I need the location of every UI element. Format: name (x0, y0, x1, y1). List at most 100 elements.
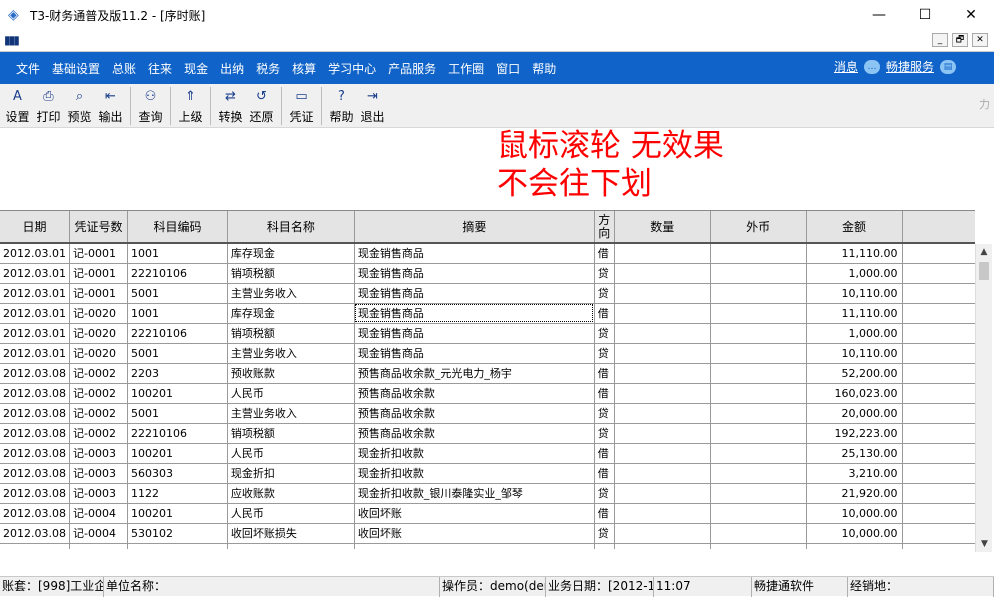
cell-date[interactable]: 2012.03.01 (0, 243, 70, 264)
menu-item[interactable]: 工作圈 (442, 60, 490, 77)
cell-direction[interactable]: 贷 (594, 483, 615, 504)
scroll-up-arrow-icon[interactable]: ▲ (976, 244, 992, 260)
col-header-quantity[interactable]: 数量 (614, 211, 711, 244)
cell-amount[interactable]: 1,000.00 (806, 263, 903, 284)
cell-amount[interactable]: 21,920.00 (806, 483, 903, 504)
cell-account-code[interactable]: 5001 (127, 343, 228, 364)
table-row[interactable]: 2012.03.01 记-0001 1001 库存现金 现金销售商品借 11,110.00 (0, 243, 975, 264)
toolbar-button[interactable]: ▭ 凭证 (286, 84, 317, 126)
cell-amount[interactable]: 160,023.00 (806, 383, 903, 404)
service-link[interactable]: 畅捷服务 (886, 58, 934, 75)
toolbar-button[interactable]: ? 帮助 (326, 84, 357, 126)
toolbar-button[interactable]: ⇑ 上级 (175, 84, 206, 126)
menu-item[interactable]: 总账 (106, 60, 142, 77)
cell-foreign-currency[interactable] (710, 363, 807, 384)
col-header-date[interactable]: 日期 (0, 211, 70, 244)
cell-summary[interactable]: 预售商品收余款 (354, 403, 595, 424)
cell-account-name[interactable]: 预收账款 (227, 363, 355, 384)
cell-direction[interactable]: 贷 (594, 423, 615, 444)
toolbar-button[interactable]: ⇥ 退出 (357, 84, 388, 126)
cell-quantity[interactable] (614, 523, 711, 544)
table-row[interactable]: 2012.03.08 记-0002 2203 预收账款 预售商品收余款_元光电力_杨宇借… (0, 363, 975, 384)
toolbar-button[interactable]: A 设置 (2, 84, 33, 126)
toolbar-button[interactable]: ⇤ 输出 (95, 84, 126, 126)
col-header-account-name[interactable]: 科目名称 (227, 211, 355, 244)
cell-account-code[interactable]: 560303 (127, 463, 228, 484)
mdi-close-button[interactable]: ✕ (972, 33, 988, 47)
menu-item[interactable]: 税务 (250, 60, 286, 77)
service-window-icon[interactable]: ▤ (940, 59, 956, 74)
cell-account-code[interactable]: 22210106 (127, 263, 228, 284)
cell-date[interactable]: 2012.03.01 (0, 263, 70, 284)
cell-summary[interactable]: 预售商品收余款 (354, 383, 595, 404)
cell-amount[interactable]: 3,210.00 (806, 463, 903, 484)
cell-voucher-no[interactable]: 记-0020 (69, 323, 128, 344)
toolbar-button[interactable]: ↺ 还原 (246, 84, 277, 126)
cell-amount[interactable]: 192,223.00 (806, 423, 903, 444)
cell-account-name[interactable]: 人民币 (227, 503, 355, 524)
menu-item[interactable]: 文件 (10, 60, 46, 77)
col-header-account-code[interactable]: 科目编码 (127, 211, 228, 244)
cell-voucher-no[interactable]: 记-0004 (69, 523, 128, 544)
cell-summary[interactable]: 预售商品收余款_元光电力_杨宇 (354, 363, 595, 384)
cell-direction[interactable]: 贷 (594, 323, 615, 344)
cell-quantity[interactable] (614, 263, 711, 284)
cell-voucher-no[interactable]: 记-0001 (69, 243, 128, 264)
cell-direction[interactable]: 借 (594, 503, 615, 524)
cell-quantity[interactable] (614, 383, 711, 404)
scroll-down-arrow-icon[interactable]: ▼ (976, 536, 993, 552)
toolbar-button[interactable]: ⎙ 打印 (33, 84, 64, 126)
menu-item[interactable]: 帮助 (526, 60, 562, 77)
cell-quantity[interactable] (614, 403, 711, 424)
cell-amount[interactable]: 1,000.00 (806, 323, 903, 344)
cell-date[interactable]: 2012.03.08 (0, 503, 70, 524)
cell-voucher-no[interactable]: 记-0004 (69, 503, 128, 524)
cell-voucher-no[interactable]: 记-0001 (69, 283, 128, 304)
cell-amount[interactable]: 10,110.00 (806, 283, 903, 304)
cell-direction[interactable]: 贷 (594, 523, 615, 544)
cell-account-name[interactable]: 应收账款 (227, 483, 355, 504)
col-header-direction[interactable]: 方向 (594, 211, 615, 244)
cell-foreign-currency[interactable] (710, 403, 807, 424)
cell-quantity[interactable] (614, 443, 711, 464)
cell-account-name[interactable]: 销项税额 (227, 423, 355, 444)
cell-voucher-no[interactable]: 记-0001 (69, 263, 128, 284)
cell-account-name[interactable]: 人民币 (227, 383, 355, 404)
table-row[interactable]: 2012.03.01 记-0020 22210106 销项税额 现金销售商品贷 1,000… (0, 323, 975, 344)
maximize-button[interactable]: ☐ (902, 0, 948, 30)
cell-voucher-no[interactable]: 记-0020 (69, 343, 128, 364)
col-header-summary[interactable]: 摘要 (354, 211, 595, 244)
cell-account-code[interactable]: 1001 (127, 243, 228, 264)
cell-summary[interactable]: 现金销售商品 (354, 263, 595, 284)
cell-account-code[interactable]: 5001 (127, 283, 228, 304)
table-row[interactable]: 2012.03.08 记-0004 100201 人民币 收回坏账借 10,000.00 (0, 503, 975, 524)
cell-foreign-currency[interactable] (710, 263, 807, 284)
table-row[interactable]: 2012.03.08 记-0003 560303 现金折扣 现金折扣收款借 3,210.0… (0, 463, 975, 484)
cell-foreign-currency[interactable] (710, 383, 807, 404)
cell-foreign-currency[interactable] (710, 343, 807, 364)
close-button[interactable]: ✕ (948, 0, 994, 30)
cell-account-code[interactable]: 530102 (127, 523, 228, 544)
cell-direction[interactable]: 借 (594, 383, 615, 404)
menu-item[interactable]: 产品服务 (382, 60, 442, 77)
table-row[interactable]: 2012.03.08 记-0002 5001 主营业务收入 预售商品收余款贷 20,000… (0, 403, 975, 424)
mdi-restore-button[interactable]: 🗗 (952, 33, 968, 47)
cell-account-name[interactable]: 库存现金 (227, 243, 355, 264)
cell-quantity[interactable] (614, 423, 711, 444)
table-row[interactable]: 2012.03.08 记-0003 1122 应收账款 现金折扣收款_银川泰隆实业_邹琴… (0, 483, 975, 504)
cell-summary[interactable]: 现金销售商品 (354, 323, 595, 344)
cell-direction[interactable]: 借 (594, 243, 615, 264)
cell-direction[interactable]: 借 (594, 303, 615, 324)
cell-quantity[interactable] (614, 323, 711, 344)
cell-account-name[interactable]: 销项税额 (227, 263, 355, 284)
cell-quantity[interactable] (614, 483, 711, 504)
cell-account-name[interactable]: 库存现金 (227, 303, 355, 324)
table-row[interactable]: 2012.03.01 记-0001 22210106 销项税额 现金销售商品贷 1,000… (0, 263, 975, 284)
cell-summary[interactable]: 现金折扣收款 (354, 443, 595, 464)
cell-summary[interactable]: 收回坏账 (354, 523, 595, 544)
cell-amount[interactable]: 20,000.00 (806, 403, 903, 424)
cell-quantity[interactable] (614, 243, 711, 264)
cell-date[interactable]: 2012.03.01 (0, 303, 70, 324)
cell-account-name[interactable]: 人民币 (227, 443, 355, 464)
cell-account-name[interactable]: 主营业务收入 (227, 283, 355, 304)
